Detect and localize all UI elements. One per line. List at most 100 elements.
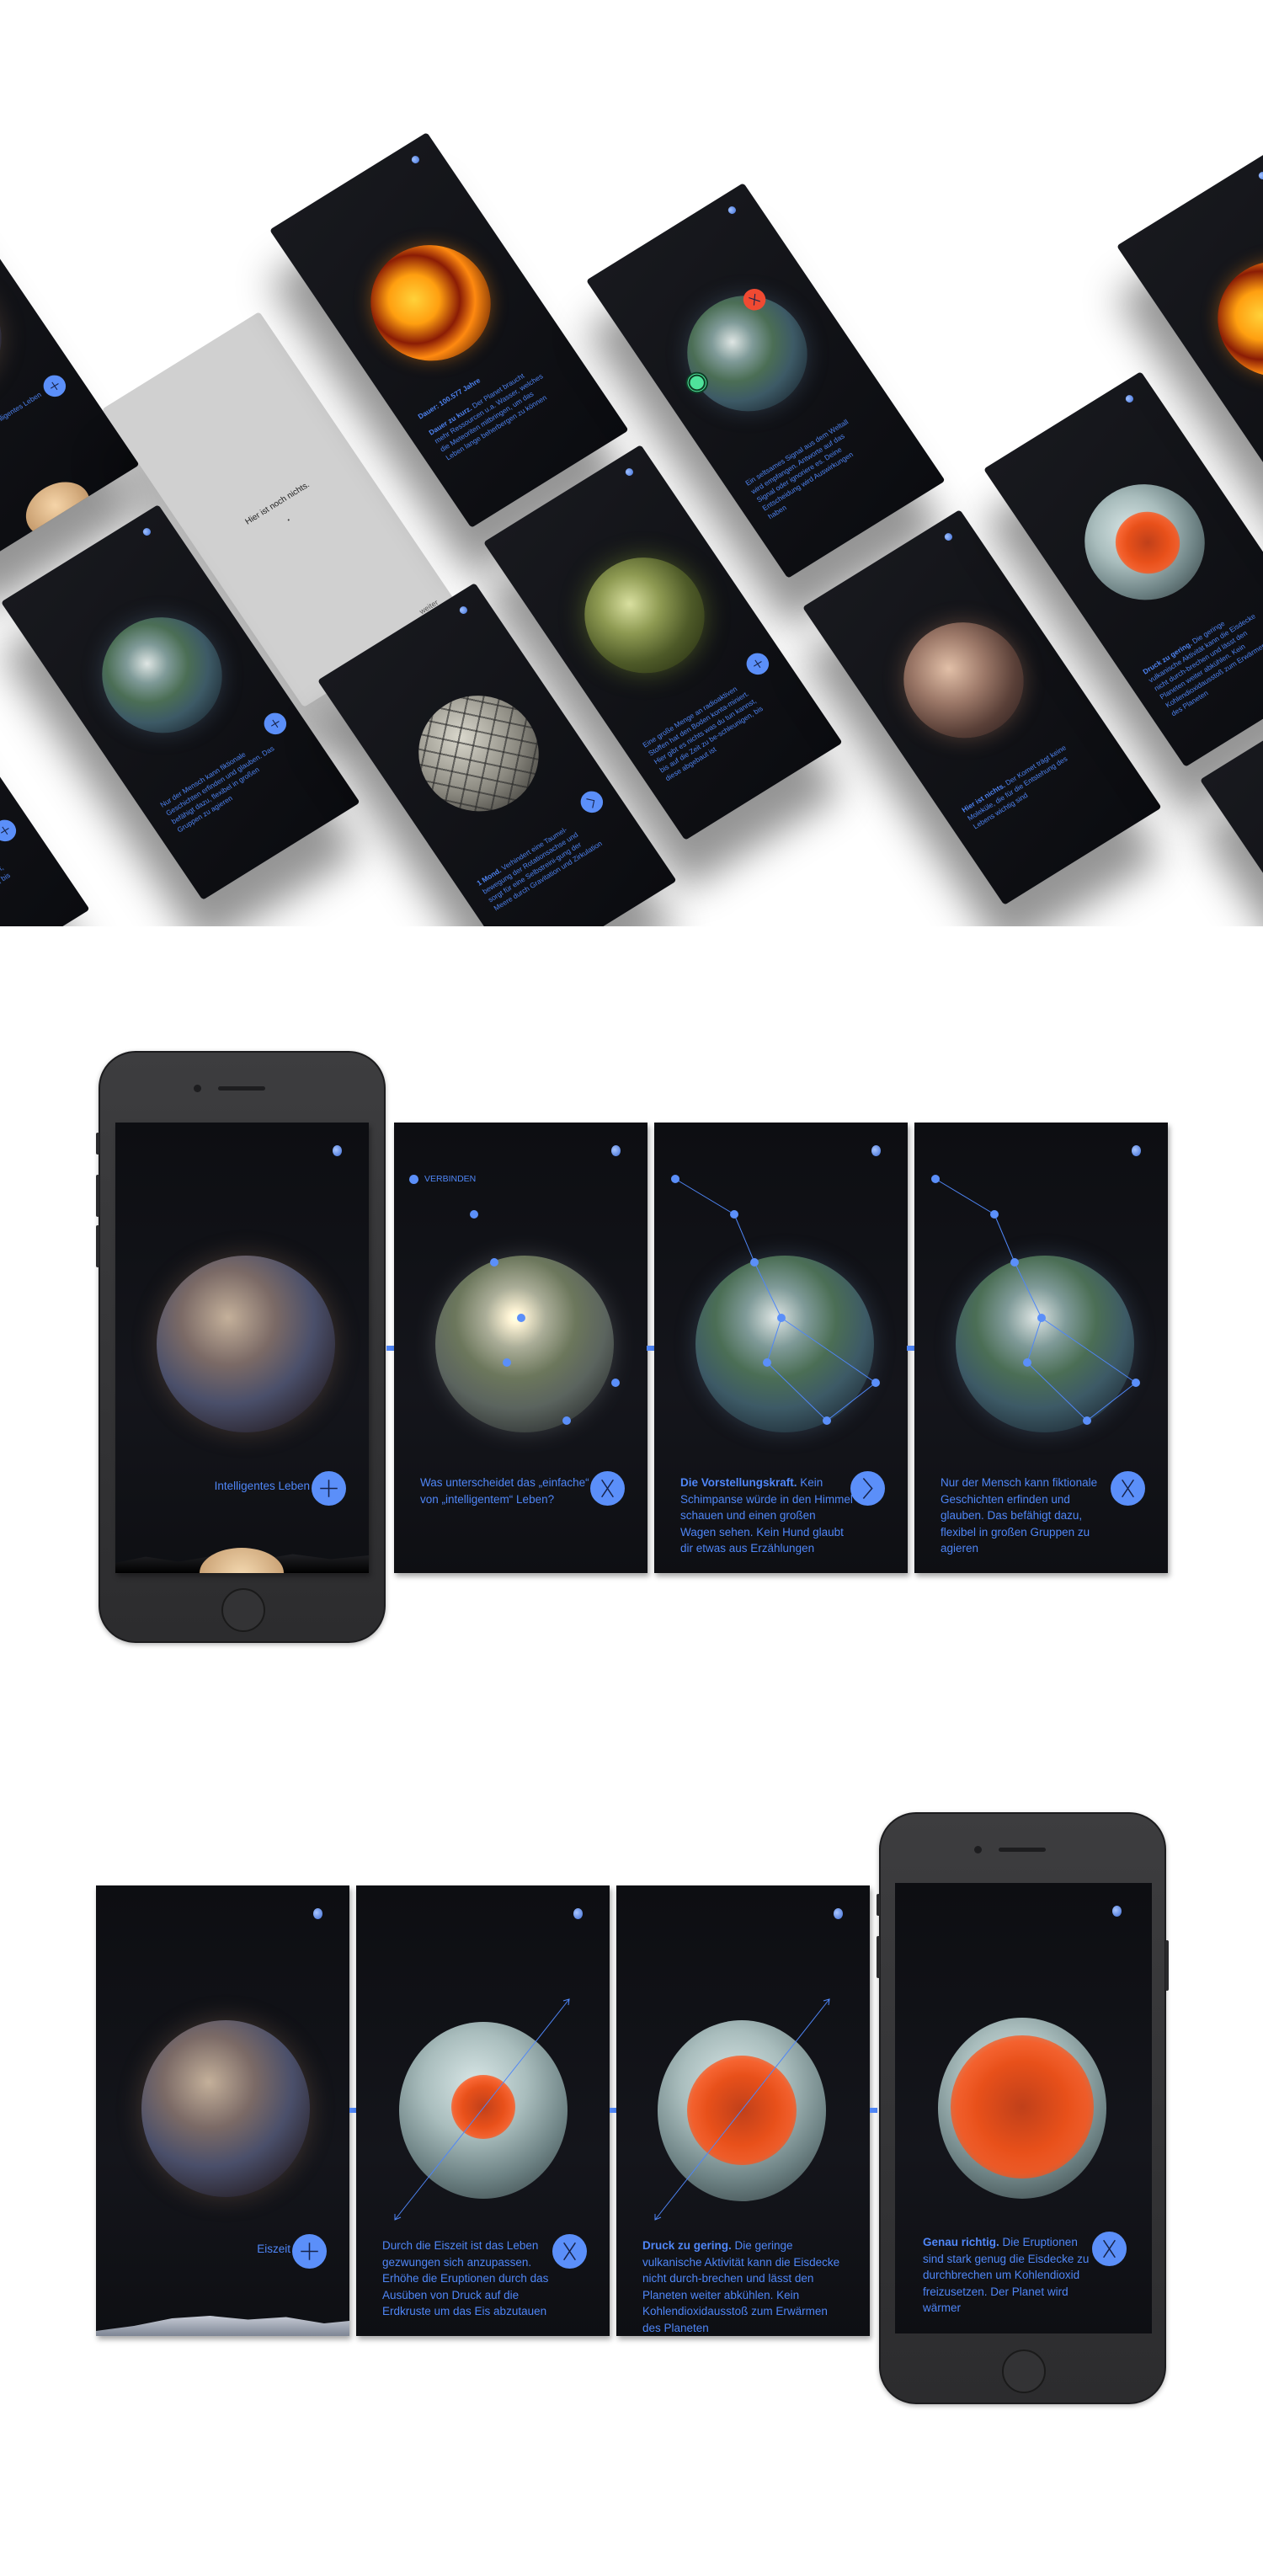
constellation-line	[754, 1261, 782, 1319]
star-dot[interactable]	[1023, 1358, 1031, 1367]
close-button[interactable]	[590, 1471, 625, 1506]
close-icon	[1122, 1479, 1134, 1498]
screen-imagination: Die Vorstellungskraft. Kein Schimpanse w…	[654, 1123, 908, 1573]
caption: Druck zu gering. Die geringe vulkanische…	[642, 2239, 840, 2334]
screen-intelligent-life: Intelligentes Leben	[115, 1123, 369, 1573]
constellation-line	[766, 1362, 828, 1421]
constellation-line	[781, 1317, 877, 1384]
plus-button[interactable]	[0, 815, 21, 845]
star-dot[interactable]	[871, 1379, 880, 1387]
loading-dot	[287, 519, 290, 521]
moon-icon[interactable]	[943, 531, 954, 542]
plus-button[interactable]	[39, 371, 71, 401]
caption: Durch die Eiszeit ist das Leben gezwunge…	[382, 2239, 549, 2317]
moon-icon[interactable]	[727, 205, 738, 216]
side-button	[96, 1225, 99, 1267]
ice-mountains	[96, 2316, 349, 2336]
caption: Druck zu gering. Die geringe vulkanische…	[1141, 601, 1263, 718]
moon-icon[interactable]	[410, 154, 421, 165]
caption: Was unterscheidet das „einfache“ von „in…	[420, 1476, 589, 1506]
side-button	[96, 1175, 99, 1217]
caption: Nur der Mensch kann fiktionale Geschicht…	[158, 734, 288, 835]
planet	[157, 1256, 335, 1432]
close-icon	[563, 2242, 576, 2261]
close-icon	[1103, 2239, 1116, 2259]
planet	[141, 2020, 310, 2197]
flow-connector	[386, 1346, 394, 1351]
plus-icon	[0, 826, 9, 835]
moon-icon[interactable]	[141, 526, 152, 537]
star-dot[interactable]	[490, 1258, 498, 1267]
caption: Eine große Menge an radioaktiven Stoffen…	[641, 675, 776, 783]
plus-button[interactable]	[292, 2234, 327, 2269]
constellation-line	[1026, 1317, 1042, 1363]
star-dot[interactable]	[823, 1416, 831, 1425]
plus-button[interactable]	[312, 1471, 346, 1506]
flow-connector	[647, 1346, 654, 1351]
star-dot[interactable]	[611, 1379, 620, 1387]
star-dot[interactable]	[990, 1210, 999, 1219]
flow-connector	[907, 1346, 914, 1351]
star-dot[interactable]	[763, 1358, 771, 1367]
topic-label: Intelligentes Leben	[214, 1480, 310, 1492]
star-dot[interactable]	[562, 1416, 571, 1425]
caption: Eine große Menge an radioaktiven Stoffen…	[0, 841, 24, 926]
star-dot[interactable]	[1132, 1379, 1140, 1387]
home-button[interactable]	[1002, 2349, 1046, 2393]
moon-icon[interactable]	[1112, 1906, 1122, 1917]
close-icon	[601, 1479, 614, 1498]
moon-icon[interactable]	[1257, 170, 1263, 181]
side-button	[877, 1894, 880, 1916]
plus-icon	[301, 2243, 318, 2260]
next-button[interactable]	[850, 1471, 885, 1506]
star-dot[interactable]	[1010, 1258, 1019, 1267]
star-dot[interactable]	[470, 1210, 478, 1219]
constellation-line	[935, 1178, 995, 1215]
brain-image	[200, 1548, 284, 1573]
star-dot[interactable]	[1083, 1416, 1091, 1425]
constellation-line	[1041, 1317, 1137, 1384]
moon-icon[interactable]	[624, 467, 635, 477]
star-dot[interactable]	[517, 1314, 525, 1322]
caption: Genau richtig. Die Eruptionen sind stark…	[923, 2236, 1090, 2314]
intelligent-life-card[interactable]: Intelligentes Leben	[0, 167, 140, 563]
moon-icon[interactable]	[1124, 393, 1135, 404]
caption: Dauer zu kurz. Der Planet braucht mehr R…	[427, 362, 557, 462]
home-button[interactable]	[221, 1588, 265, 1632]
moon-icon[interactable]	[313, 1908, 322, 1919]
close-button[interactable]	[1111, 1471, 1145, 1506]
star-dot[interactable]	[931, 1175, 940, 1183]
brain-image	[15, 471, 101, 548]
caption-text: Nur der Mensch kann fiktionale Geschicht…	[158, 744, 276, 835]
star-dot[interactable]	[730, 1210, 738, 1219]
caption-text: Eine große Menge an radioaktiven Stoffen…	[641, 684, 765, 783]
next-icon	[862, 1478, 873, 1499]
constellation-line	[1086, 1382, 1137, 1421]
star-dot[interactable]	[503, 1358, 511, 1367]
caption: Die Vorstellungskraft. Kein Schimpanse w…	[680, 1476, 853, 1555]
moon-icon[interactable]	[458, 605, 469, 616]
caption: Ein seltsames Signal aus dem Weltall wir…	[743, 413, 879, 521]
close-button[interactable]	[552, 2234, 587, 2269]
star-dot[interactable]	[671, 1175, 679, 1183]
close-button[interactable]	[1092, 2232, 1127, 2266]
caption-text: Ein seltsames Signal aus dem Weltall wir…	[743, 417, 855, 521]
tilted-screens-showcase: Intelligentes Leben Hier ist noch nichts.…	[0, 0, 1263, 926]
constellation-line	[733, 1213, 755, 1263]
star-dot[interactable]	[1037, 1314, 1046, 1322]
moon-icon[interactable]	[333, 1145, 342, 1156]
star-dot[interactable]	[750, 1258, 759, 1267]
constellation-line	[826, 1382, 877, 1421]
caption-text: Verhindert eine Taumel-bewegung der Rota…	[480, 824, 604, 913]
speaker-grille	[218, 1086, 265, 1091]
plus-icon	[50, 381, 59, 391]
planet	[395, 673, 562, 834]
screen-just-right: Genau richtig. Die Eruptionen sind stark…	[895, 1883, 1152, 2333]
eruption-glow	[951, 2035, 1094, 2179]
star-dot[interactable]	[777, 1314, 786, 1322]
caption-text: Eine große Menge an radioaktiven Stoffen…	[0, 862, 12, 926]
planet	[1194, 238, 1263, 399]
camera-icon	[974, 1846, 982, 1853]
screen-connect-question: VERBINDEN Was unterscheidet das „einfach…	[394, 1123, 647, 1573]
speaker-grille	[999, 1848, 1046, 1852]
